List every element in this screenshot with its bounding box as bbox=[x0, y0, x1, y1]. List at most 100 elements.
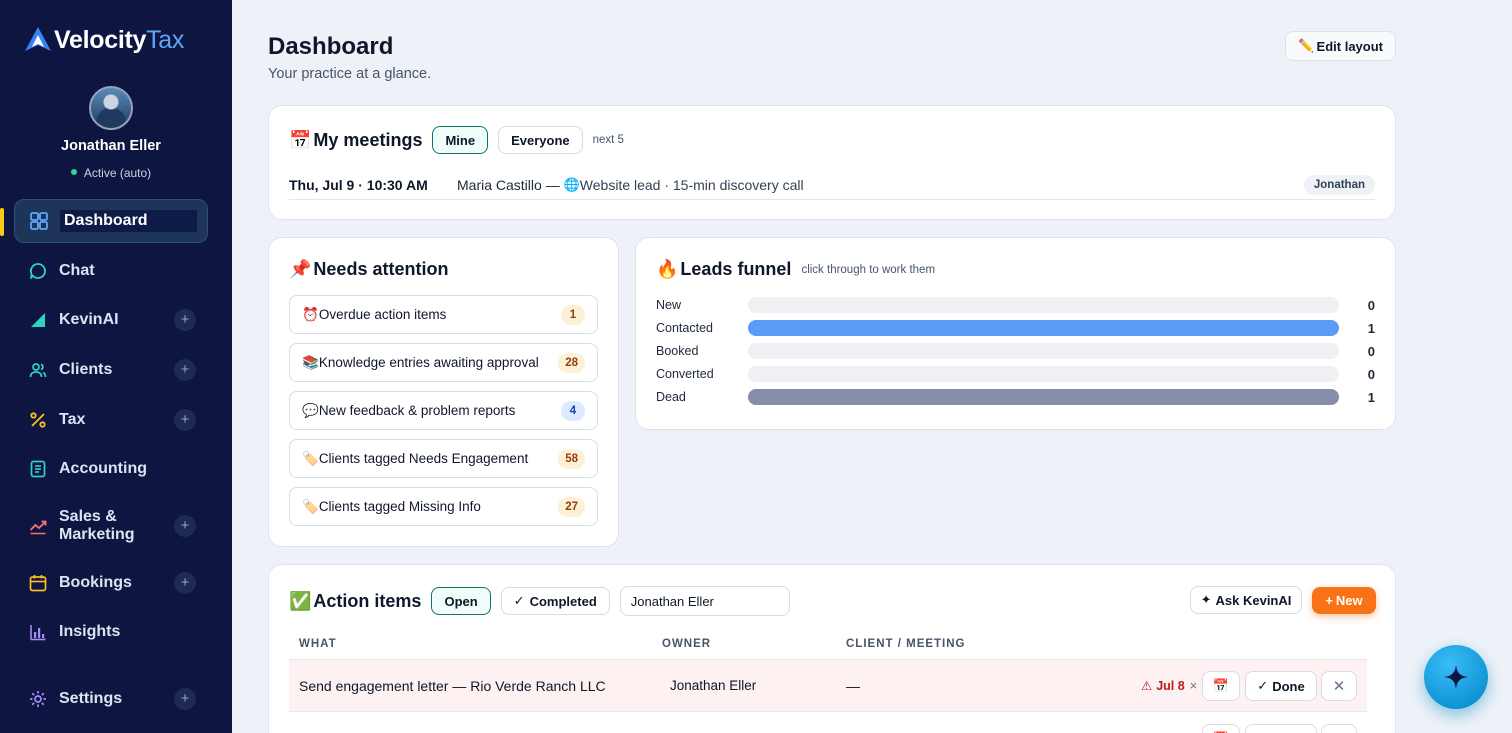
plus-icon: + bbox=[1325, 593, 1333, 608]
sparkle-icon bbox=[1444, 665, 1468, 689]
percent-icon bbox=[27, 409, 49, 431]
table-row[interactable]: 📅 bbox=[289, 713, 1367, 733]
meetings-hint: next 5 bbox=[592, 134, 624, 146]
action-what: Send engagement letter — Rio Verde Ranch… bbox=[299, 677, 606, 694]
new-action-item-button[interactable]: + New bbox=[1312, 587, 1376, 614]
ledger-icon bbox=[27, 458, 49, 480]
expand-tax-button[interactable]: + bbox=[174, 409, 196, 431]
books-icon: 📚 bbox=[302, 354, 319, 370]
column-header-what: WHAT bbox=[299, 638, 337, 650]
expand-sales-marketing-button[interactable]: + bbox=[174, 515, 196, 537]
funnel-bar-fill bbox=[748, 320, 1339, 336]
owner-filter-input[interactable]: Jonathan Eller bbox=[619, 586, 790, 616]
tab-completed[interactable]: ✓ Completed bbox=[500, 587, 610, 615]
ask-kevinai-button[interactable]: ✦ Ask KevinAI bbox=[1190, 586, 1302, 614]
sidebar-item-sales-marketing[interactable]: Sales & Marketing + bbox=[14, 508, 208, 544]
brand-logo[interactable]: VelocityTax bbox=[22, 24, 184, 56]
funnel-row-new[interactable]: New 0 bbox=[656, 296, 1375, 314]
expand-kevinai-button[interactable]: + bbox=[174, 309, 196, 331]
reschedule-button[interactable]: 📅 bbox=[1202, 671, 1240, 701]
funnel-stage-label: Converted bbox=[656, 367, 714, 381]
meeting-owner-chip: Jonathan bbox=[1303, 174, 1375, 195]
kevinai-icon bbox=[27, 309, 49, 331]
globe-icon: 🌐 bbox=[563, 176, 580, 192]
action-owner: Jonathan Eller bbox=[670, 678, 757, 693]
funnel-bar-track bbox=[748, 343, 1339, 359]
funnel-stage-count: 1 bbox=[1367, 389, 1375, 405]
funnel-stage-count: 1 bbox=[1367, 320, 1375, 336]
sidebar-item-accounting[interactable]: Accounting bbox=[14, 458, 208, 480]
meeting-attendee: Maria Castillo — bbox=[457, 176, 564, 193]
brand-name: Velocity bbox=[54, 25, 147, 54]
expand-clients-button[interactable]: + bbox=[174, 359, 196, 381]
edit-layout-button[interactable]: ✏️ Edit layout bbox=[1285, 31, 1396, 61]
count-badge: 28 bbox=[558, 352, 585, 373]
sidebar-item-tax[interactable]: Tax + bbox=[14, 409, 208, 431]
sparkle-icon: ✦ bbox=[1200, 592, 1212, 607]
settings-icon bbox=[27, 688, 49, 710]
attention-item-knowledge[interactable]: 📚 Knowledge entries awaiting approval 28 bbox=[289, 343, 598, 382]
trending-icon bbox=[27, 515, 49, 537]
kevinai-fab-button[interactable] bbox=[1424, 645, 1488, 709]
sidebar-item-insights[interactable]: Insights bbox=[14, 621, 208, 643]
calendar-icon: 📅 bbox=[1212, 678, 1230, 693]
needs-attention-card: 📌 Needs attention ⏰ Overdue action items… bbox=[268, 237, 619, 547]
sidebar-item-chat[interactable]: Chat bbox=[14, 260, 208, 282]
funnel-stage-count: 0 bbox=[1367, 366, 1375, 382]
count-badge: 1 bbox=[561, 304, 585, 325]
funnel-bar-track bbox=[748, 297, 1339, 313]
funnel-stage-count: 0 bbox=[1367, 343, 1375, 359]
column-header-client: CLIENT / MEETING bbox=[846, 638, 966, 650]
expand-settings-button[interactable]: + bbox=[174, 688, 196, 710]
tab-mine[interactable]: Mine bbox=[432, 126, 489, 154]
meeting-row[interactable]: Thu, Jul 9 · 10:30 AM Maria Castillo — 🌐… bbox=[289, 170, 1375, 200]
pencil-icon: ✏️ bbox=[1298, 38, 1315, 53]
funnel-stage-count: 0 bbox=[1367, 297, 1375, 313]
warning-icon: ⚠ bbox=[1141, 679, 1153, 693]
sidebar-item-bookings[interactable]: Bookings + bbox=[14, 572, 208, 594]
action-items-card: ✅ Action items Open ✓ Completed Jonathan … bbox=[268, 564, 1396, 733]
meetings-card: 📅 My meetings Mine Everyone next 5 Thu, … bbox=[268, 105, 1396, 220]
attention-item-needs-engagement[interactable]: 🏷️ Clients tagged Needs Engagement 58 bbox=[289, 439, 598, 478]
funnel-row-converted[interactable]: Converted 0 bbox=[656, 365, 1375, 383]
dismiss-button[interactable] bbox=[1321, 724, 1357, 733]
done-button[interactable] bbox=[1245, 724, 1317, 733]
clear-due-icon[interactable]: × bbox=[1190, 679, 1197, 693]
sidebar-item-settings[interactable]: Settings + bbox=[14, 688, 208, 710]
chat-icon bbox=[27, 260, 49, 282]
due-date-badge: ⚠ Jul 8 × bbox=[1141, 678, 1198, 694]
attention-item-overdue[interactable]: ⏰ Overdue action items 1 bbox=[289, 295, 598, 334]
dismiss-button[interactable]: ✕ bbox=[1321, 671, 1357, 701]
reschedule-button[interactable]: 📅 bbox=[1202, 724, 1240, 733]
expand-bookings-button[interactable]: + bbox=[174, 572, 196, 594]
funnel-bar-track bbox=[748, 389, 1339, 405]
tab-open[interactable]: Open bbox=[431, 587, 491, 615]
tab-everyone[interactable]: Everyone bbox=[498, 126, 583, 154]
user-status[interactable]: Active (auto) bbox=[0, 166, 222, 180]
fire-icon: 🔥 bbox=[656, 259, 679, 279]
table-row[interactable]: Send engagement letter — Rio Verde Ranch… bbox=[289, 660, 1367, 712]
sidebar-item-dashboard[interactable]: Dashboard bbox=[14, 199, 208, 243]
avatar[interactable] bbox=[89, 86, 133, 130]
sidebar-item-kevinai[interactable]: KevinAI + bbox=[14, 309, 208, 331]
speech-bubble-icon: 💬 bbox=[302, 402, 319, 418]
close-icon: ✕ bbox=[1332, 678, 1346, 695]
funnel-row-booked[interactable]: Booked 0 bbox=[656, 342, 1375, 360]
bar-chart-icon bbox=[27, 621, 49, 643]
funnel-row-contacted[interactable]: Contacted 1 bbox=[656, 319, 1375, 337]
status-dot-icon bbox=[70, 168, 77, 175]
sidebar-item-clients[interactable]: Clients + bbox=[14, 359, 208, 381]
attention-item-missing-info[interactable]: 🏷️ Clients tagged Missing Info 27 bbox=[289, 487, 598, 526]
column-header-owner: OWNER bbox=[662, 638, 712, 650]
funnel-row-dead[interactable]: Dead 1 bbox=[656, 388, 1375, 406]
funnel-bar-track bbox=[748, 320, 1339, 336]
meeting-description: Website lead · 15-min discovery call bbox=[579, 176, 804, 193]
tag-icon: 🏷️ bbox=[302, 450, 319, 466]
check-mark-icon: ✅ bbox=[289, 590, 312, 611]
funnel-bar-fill bbox=[748, 389, 1339, 405]
sidebar: VelocityTax Jonathan Eller Active (auto)… bbox=[0, 0, 232, 733]
done-button[interactable]: ✓ Done bbox=[1245, 671, 1317, 701]
funnel-stage-label: New bbox=[656, 298, 682, 312]
attention-item-feedback[interactable]: 💬 New feedback & problem reports 4 bbox=[289, 391, 598, 430]
count-badge: 4 bbox=[561, 400, 585, 421]
